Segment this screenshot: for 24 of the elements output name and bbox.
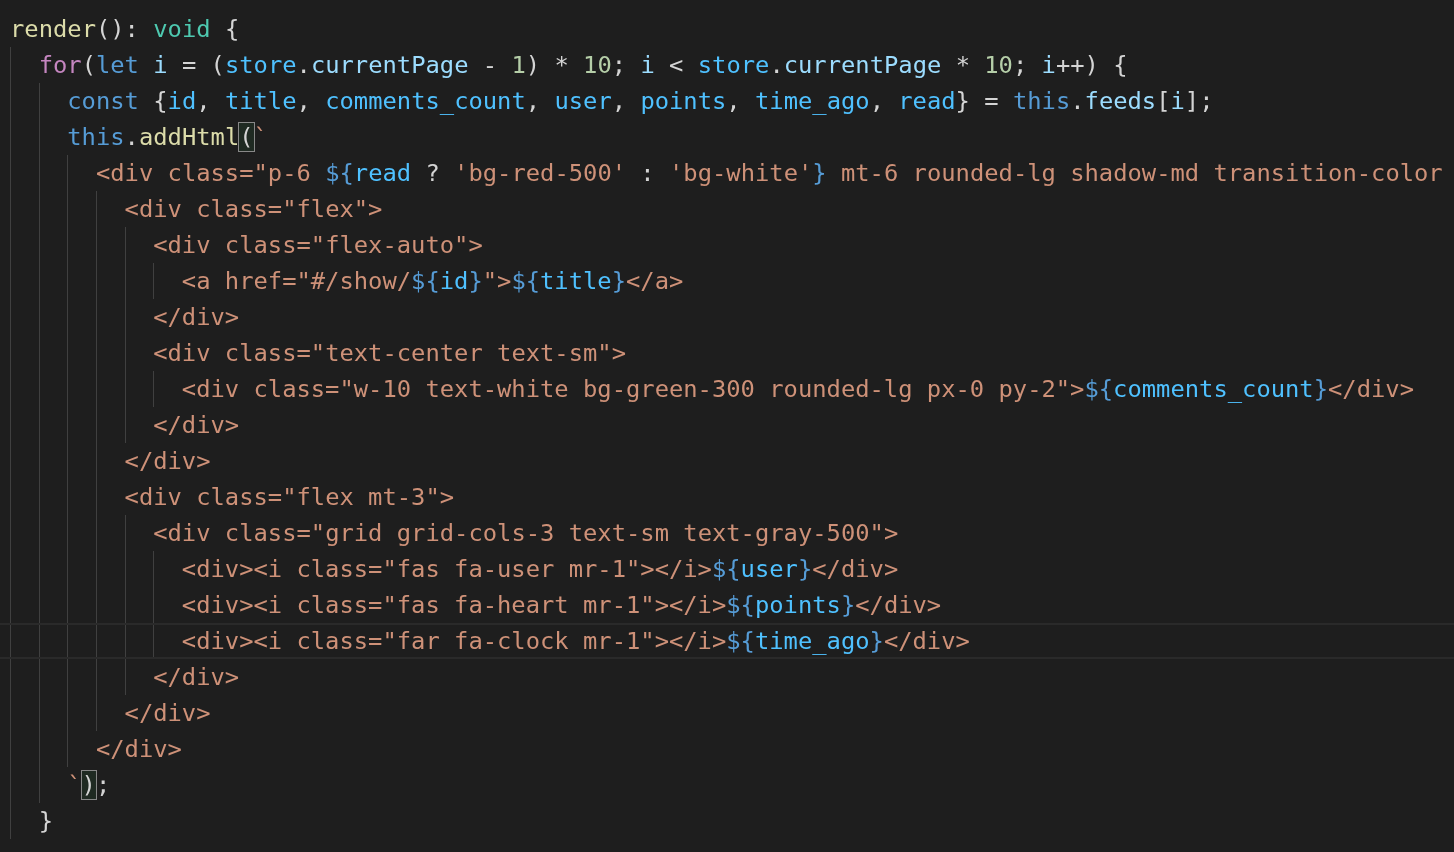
code-line: <div><i class="far fa-clock mr-1"></i>${time_ago}</div>: [0, 623, 1454, 659]
code-line: }: [0, 803, 1454, 839]
code-line: <div class="p-6 ${read ? 'bg-red-500' : 'bg-white'} mt-6 rounded-lg shadow-md transition-color: [0, 155, 1454, 191]
code-line: </div>: [0, 731, 1454, 767]
code-line: <div class="flex">: [0, 191, 1454, 227]
code-line: this.addHtml(`: [0, 119, 1454, 155]
code-line: </div>: [0, 407, 1454, 443]
code-line: </div>: [0, 659, 1454, 695]
code-line: render(): void {: [9, 14, 241, 45]
code-line: for(let i = (store.currentPage - 1) * 10; i < store.currentPage * 10; i++) {: [0, 47, 1454, 83]
code-line: const {id, title, comments_count, user, points, time_ago, read} = this.feeds[i];: [0, 83, 1454, 119]
code-line: <div class="flex mt-3">: [0, 479, 1454, 515]
code-line: <div class="grid grid-cols-3 text-sm text-gray-500">: [0, 515, 1454, 551]
code-editor[interactable]: [0, 0, 1454, 852]
code-line: </div>: [0, 443, 1454, 479]
code-line: <div><i class="fas fa-heart mr-1"></i>${points}</div>: [0, 587, 1454, 623]
code-line: `);: [0, 767, 1454, 803]
code-line: <a href="#/show/${id}">${title}</a>: [0, 263, 1454, 299]
code-line: <div><i class="fas fa-user mr-1"></i>${user}</div>: [0, 551, 1454, 587]
code-line: </div>: [0, 695, 1454, 731]
code-line: <div class="w-10 text-white bg-green-300 rounded-lg px-0 py-2">${comments_count}</div>: [0, 371, 1454, 407]
code-line: </div>: [0, 299, 1454, 335]
code-line: <div class="flex-auto">: [0, 227, 1454, 263]
code-line: <div class="text-center text-sm">: [0, 335, 1454, 371]
